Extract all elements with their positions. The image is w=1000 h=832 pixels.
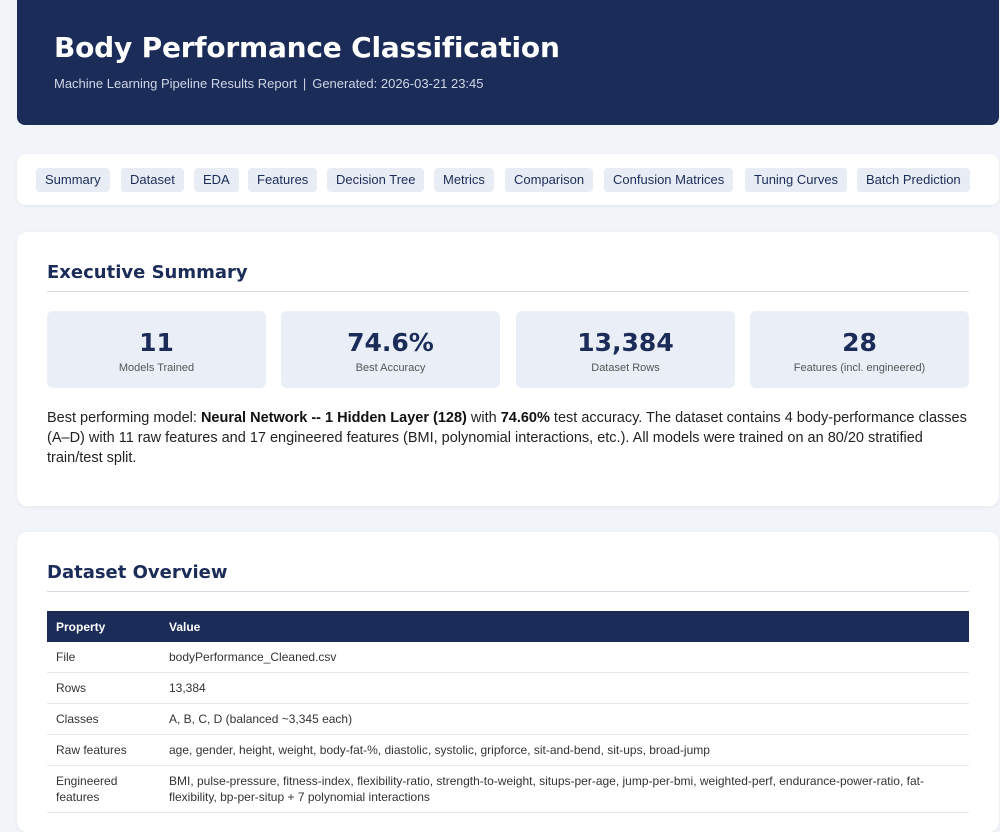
value-cell: BMI, pulse-pressure, fitness-index, flex… bbox=[160, 765, 969, 813]
table-header-row: Property Value bbox=[47, 611, 969, 642]
stat-label: Features (incl. engineered) bbox=[793, 362, 926, 374]
property-cell: Classes bbox=[47, 703, 160, 735]
tab-confusion-matrices[interactable]: Confusion Matrices bbox=[604, 168, 734, 192]
summary-with: with bbox=[466, 410, 501, 426]
column-header-property: Property bbox=[47, 611, 160, 642]
tab-eda[interactable]: EDA bbox=[194, 168, 239, 192]
tab-metrics[interactable]: Metrics bbox=[434, 168, 494, 192]
value-cell: bodyPerformance_Cleaned.csv bbox=[160, 642, 969, 673]
tab-decision-tree[interactable]: Decision Tree bbox=[327, 168, 425, 192]
section-divider bbox=[47, 291, 969, 292]
property-cell: File bbox=[47, 642, 160, 673]
best-model-name: Neural Network -- 1 Hidden Layer (128) bbox=[200, 410, 467, 426]
tab-summary[interactable]: Summary bbox=[36, 168, 110, 192]
executive-summary-title: Executive Summary bbox=[47, 262, 248, 283]
value-cell: 13,384 bbox=[160, 672, 969, 704]
summary-paragraph: Best performing model: Neural Network --… bbox=[47, 408, 969, 468]
table-row: Engineered features BMI, pulse-pressure,… bbox=[47, 765, 969, 813]
executive-summary-card: Executive Summary 11 Models Trained 74.6… bbox=[17, 232, 999, 506]
section-divider bbox=[47, 591, 969, 592]
page-subtitle: Machine Learning Pipeline Results Report… bbox=[54, 76, 484, 91]
subtitle-separator: | bbox=[302, 76, 307, 91]
stat-dataset-rows: 13,384 Dataset Rows bbox=[516, 311, 735, 388]
stat-label: Best Accuracy bbox=[355, 362, 426, 374]
stat-best-accuracy: 74.6% Best Accuracy bbox=[281, 311, 500, 388]
dataset-overview-card: Dataset Overview Property Value File bod… bbox=[17, 532, 999, 832]
report-header: Body Performance Classification Machine … bbox=[17, 0, 999, 125]
section-nav: Summary Dataset EDA Features Decision Tr… bbox=[17, 154, 999, 205]
stat-label: Models Trained bbox=[118, 362, 195, 374]
tab-comparison[interactable]: Comparison bbox=[505, 168, 594, 192]
dataset-table: Property Value File bodyPerformance_Clea… bbox=[47, 611, 969, 813]
stat-value: 13,384 bbox=[577, 328, 674, 357]
property-cell: Rows bbox=[47, 672, 160, 704]
tab-dataset[interactable]: Dataset bbox=[121, 168, 184, 192]
stat-models-trained: 11 Models Trained bbox=[47, 311, 266, 388]
column-header-value: Value bbox=[160, 611, 969, 642]
subtitle-text: Machine Learning Pipeline Results Report bbox=[54, 76, 297, 91]
tab-batch-prediction[interactable]: Batch Prediction bbox=[857, 168, 970, 192]
table-row: Raw features age, gender, height, weight… bbox=[47, 734, 969, 766]
tab-tuning-curves[interactable]: Tuning Curves bbox=[745, 168, 848, 192]
property-cell: Raw features bbox=[47, 734, 160, 766]
table-row: File bodyPerformance_Cleaned.csv bbox=[47, 642, 969, 673]
table-row: Classes A, B, C, D (balanced ~3,345 each… bbox=[47, 703, 969, 735]
dataset-overview-title: Dataset Overview bbox=[47, 562, 228, 583]
page-title: Body Performance Classification bbox=[54, 31, 560, 64]
best-model-accuracy: 74.60% bbox=[500, 410, 550, 426]
table-row: Rows 13,384 bbox=[47, 672, 969, 704]
stat-label: Dataset Rows bbox=[591, 362, 660, 374]
value-cell: A, B, C, D (balanced ~3,345 each) bbox=[160, 703, 969, 735]
stat-features: 28 Features (incl. engineered) bbox=[750, 311, 969, 388]
property-cell: Engineered features bbox=[47, 765, 160, 813]
generated-timestamp: Generated: 2026-03-21 23:45 bbox=[312, 76, 484, 91]
summary-prefix: Best performing model: bbox=[47, 410, 201, 426]
stat-value: 11 bbox=[139, 328, 174, 357]
stat-value: 74.6% bbox=[347, 328, 434, 357]
tab-features[interactable]: Features bbox=[248, 168, 318, 192]
value-cell: age, gender, height, weight, body-fat-%,… bbox=[160, 734, 969, 766]
stat-value: 28 bbox=[842, 328, 877, 357]
